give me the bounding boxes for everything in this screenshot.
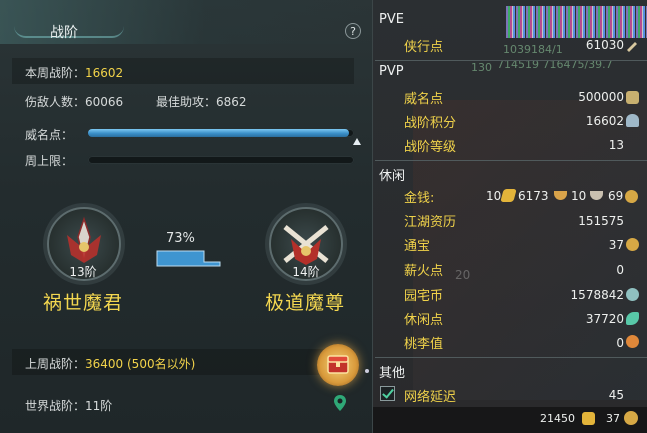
weekly-cap-progress-bar [88,156,354,164]
weekly-rank-label: 本周战阶： [25,66,86,80]
bg-faint-text-1: 1039184/1 [503,43,563,56]
best-assist-label: 最佳助攻： [156,95,217,109]
kills-value: 60066 [85,95,124,109]
section-divider [375,357,647,358]
chest-glyph-icon [327,355,349,374]
pen-icon [627,42,637,52]
bottom-right-value: 37 [606,412,620,425]
shield-icon [626,114,639,127]
stat-label: 桃李值 [404,337,444,352]
copper-a-value: 10 [571,189,587,203]
stat-label: 休闲点 [404,313,444,328]
pager-dot [365,369,369,373]
prestige-progress-bar [88,129,354,137]
copper-coin-icon [625,190,638,203]
help-button[interactable]: ? [345,23,361,39]
next-rank-name: 极道魔尊 [264,292,345,314]
bg-faint-number: 20 [455,268,471,282]
stat-label: 通宝 [404,239,431,254]
panel-title: 战阶 [50,25,78,41]
world-rank-label: 世界战阶： [25,399,86,413]
stat-label: 网络延迟 [404,390,457,405]
stat-label: 侠行点 [404,40,444,55]
upgrade-percent: 73% [166,231,195,246]
stat-value: 0 [616,336,624,350]
money-label: 金钱: [404,191,435,206]
stat-label: 薪火点 [404,264,444,279]
stat-value: 1578842 [570,288,624,302]
stat-value: 500000 [578,90,624,104]
weekly-rank-row: 本周战阶：16602 [25,64,123,81]
estate-coin-icon [626,288,639,301]
peach-icon [626,335,639,348]
kills-row: 伤敌人数：60066 [25,93,123,110]
last-week-value: 36400 (500名以外) [85,357,196,371]
location-pin-icon[interactable] [333,394,347,412]
current-rank-name: 祸世魔君 [42,292,123,314]
prestige-token-icon [626,91,639,104]
arrow-right-icon [156,250,221,267]
section-pvp: PVP [379,64,404,79]
stat-label: 江湖资历 [404,215,457,230]
copper-b-value: 69 [608,189,624,203]
coin-icon [624,411,638,425]
gold-value: 10 [486,189,502,203]
kills-label: 伤敌人数： [25,95,86,109]
section-divider [375,160,647,161]
stat-value: 0 [616,263,624,277]
weekly-cap-label: 周上限： [25,154,74,168]
last-week-label: 上周战阶： [25,357,86,371]
weekly-rank-value: 16602 [85,66,124,80]
reward-chest-icon[interactable] [317,344,359,386]
stat-label: 园宅币 [404,289,444,304]
section-other: 其他 [379,366,406,381]
section-pve: PVE [379,12,404,27]
section-divider [375,60,647,61]
prestige-progress-fill [88,129,349,137]
silver-value: 6173 [518,189,549,203]
stat-label: 战阶等级 [404,140,457,155]
stat-value: 45 [608,388,624,402]
world-rank-value: 11阶 [85,399,113,413]
stat-value: 37 [608,238,624,252]
stat-value: 61030 [585,38,624,52]
ticket-icon [582,412,595,425]
current-rank-level: 13阶 [69,265,97,279]
stat-value: 16602 [585,114,624,128]
world-rank-row: 世界战阶：11阶 [25,397,112,414]
bg-faint-text-3: 130 [471,61,492,74]
next-rank-level: 14阶 [292,265,320,279]
best-assist-value: 6862 [216,95,247,109]
prestige-label: 威名点： [25,128,74,142]
stat-label: 威名点 [404,92,444,107]
progress-marker-icon [353,138,361,145]
stat-label: 战阶积分 [404,116,457,131]
bottom-left-value: 21450 [540,412,575,425]
stat-value: 13 [608,138,624,152]
best-assist-row: 最佳助攻：6862 [156,93,247,110]
tongbao-coin-icon [626,238,639,251]
last-week-row: 上周战阶：36400 (500名以外) [25,355,195,372]
stat-value: 37720 [585,312,624,326]
latency-checkbox[interactable] [380,386,395,401]
header-noise-strip [506,6,647,38]
section-leisure: 休闲 [379,169,406,184]
stat-value: 151575 [578,214,624,228]
